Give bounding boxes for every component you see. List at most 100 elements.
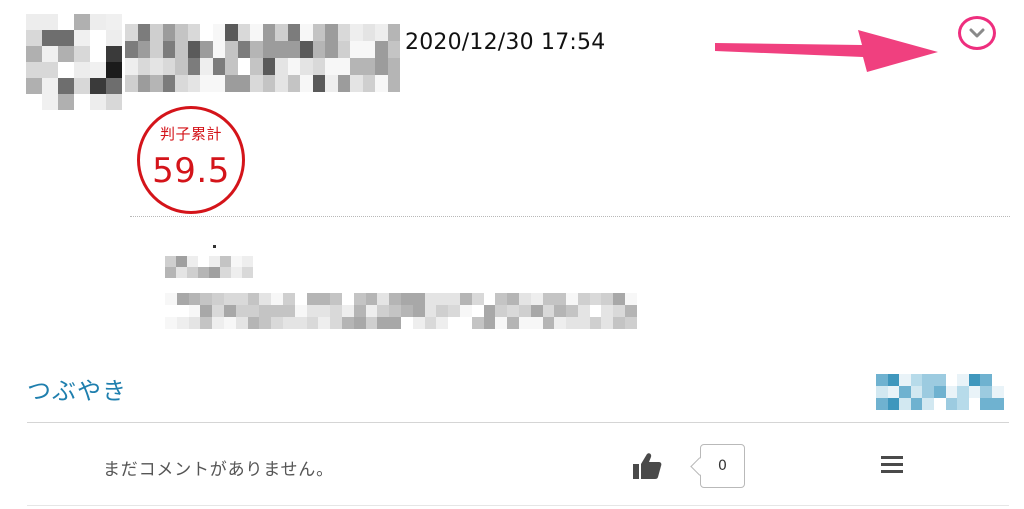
mosaic-cell [566,293,578,305]
mosaic-cell [362,75,375,92]
mosaic-cell [262,41,275,58]
pink-arrow-icon [715,30,938,72]
mosaic-cell [577,305,590,317]
mosaic-cell [26,78,42,94]
mosaic-cell [483,305,496,317]
mosaic-cell [968,386,981,398]
mosaic-cell [910,398,923,410]
mosaic-cell [899,398,911,410]
mosaic-cell [242,267,253,278]
stamp-value: 59.5 [152,151,230,191]
mosaic-cell [589,293,602,305]
mosaic-cell [237,75,250,92]
mosaic-cell [165,267,176,278]
mosaic-cell [589,317,602,329]
mosaic-cell [90,46,106,62]
mosaic-cell [389,305,401,317]
mosaic-cell [991,386,1004,398]
mosaic-cell [300,24,313,41]
thumbs-up-icon [633,453,662,479]
mosaic-cell [259,317,272,329]
no-comments-message: まだコメントがありません。 [103,460,334,480]
mosaic-cell [554,293,567,305]
mosaic-cell [212,293,224,305]
mosaic-cell [175,24,188,41]
post-menu-toggle-button[interactable] [958,16,996,50]
mosaic-cell [42,78,58,94]
mosaic-cell [282,305,295,317]
mosaic-cell [887,386,900,398]
mosaic-cell [566,317,578,329]
mosaic-cell [282,317,295,329]
mosaic-cell [337,24,350,41]
mosaic-cell [566,305,578,317]
mosaic-cell [200,41,213,58]
mosaic-cell [275,58,288,75]
mosaic-cell [212,305,224,317]
mosaic-cell [577,317,590,329]
mosaic-cell [74,14,90,30]
mosaic-cell [625,293,637,305]
mosaic-cell [306,317,319,329]
mosaic-cell [377,317,390,329]
mosaic-cell [436,317,449,329]
mosaic-cell [910,374,923,386]
mosaic-cell [957,398,969,410]
section-divider [27,422,1009,423]
mosaic-cell [542,305,555,317]
like-count-bubble: 0 [700,444,745,488]
mosaic-cell [74,30,90,46]
mosaic-cell [271,293,283,305]
mosaic-cell [187,267,198,278]
mosaic-cell [495,293,508,305]
mosaic-cell [58,62,74,78]
mosaic-cell [424,293,437,305]
mosaic-cell [150,75,163,92]
mosaic-cell [991,398,1004,410]
mosaic-cell [175,58,188,75]
mosaic-cell [294,305,307,317]
more-menu-button[interactable] [881,456,903,474]
mosaic-cell [337,41,350,58]
mosaic-cell [137,58,150,75]
mosaic-cell [200,317,213,329]
mosaic-cell [250,58,263,75]
mosaic-cell [387,24,400,41]
mosaic-cell [530,305,543,317]
mosaic-cell [26,94,42,110]
mosaic-cell [350,58,363,75]
mosaic-cell [341,317,354,329]
post-timestamp: 2020/12/30 17:54 [405,30,606,55]
mosaic-cell [306,293,319,305]
mosaic-cell [957,374,969,386]
mosaic-cell [325,41,338,58]
divider [130,216,1010,217]
mosaic-cell [259,293,272,305]
mosaic-cell [980,374,992,386]
mosaic-cell [200,24,213,41]
mosaic-cell [325,58,338,75]
mosaic-cell [262,58,275,75]
mosaic-cell [483,317,496,329]
author-name-blurred[interactable] [125,24,400,92]
avatar[interactable] [26,14,122,110]
mosaic-cell [341,305,354,317]
mosaic-cell [362,58,375,75]
blurred-link[interactable] [876,374,1004,410]
mosaic-cell [212,58,225,75]
mosaic-cell [42,30,58,46]
mosaic-cell [312,41,325,58]
post-card: 2020/12/30 17:54 判子累計 59.5 つぶやき まだコメントがあ… [0,0,1024,509]
mosaic-cell [337,75,350,92]
mosaic-cell [90,62,106,78]
mosaic-cell [471,293,484,305]
mosaic-cell [74,46,90,62]
like-button[interactable] [631,450,665,484]
mosaic-cell [165,256,176,267]
mosaic-cell [188,293,201,305]
mosaic-cell [176,293,189,305]
chevron-down-icon [969,28,985,38]
mosaic-cell [250,75,263,92]
mosaic-cell [601,305,614,317]
section-title-tweets[interactable]: つぶやき [27,371,127,406]
